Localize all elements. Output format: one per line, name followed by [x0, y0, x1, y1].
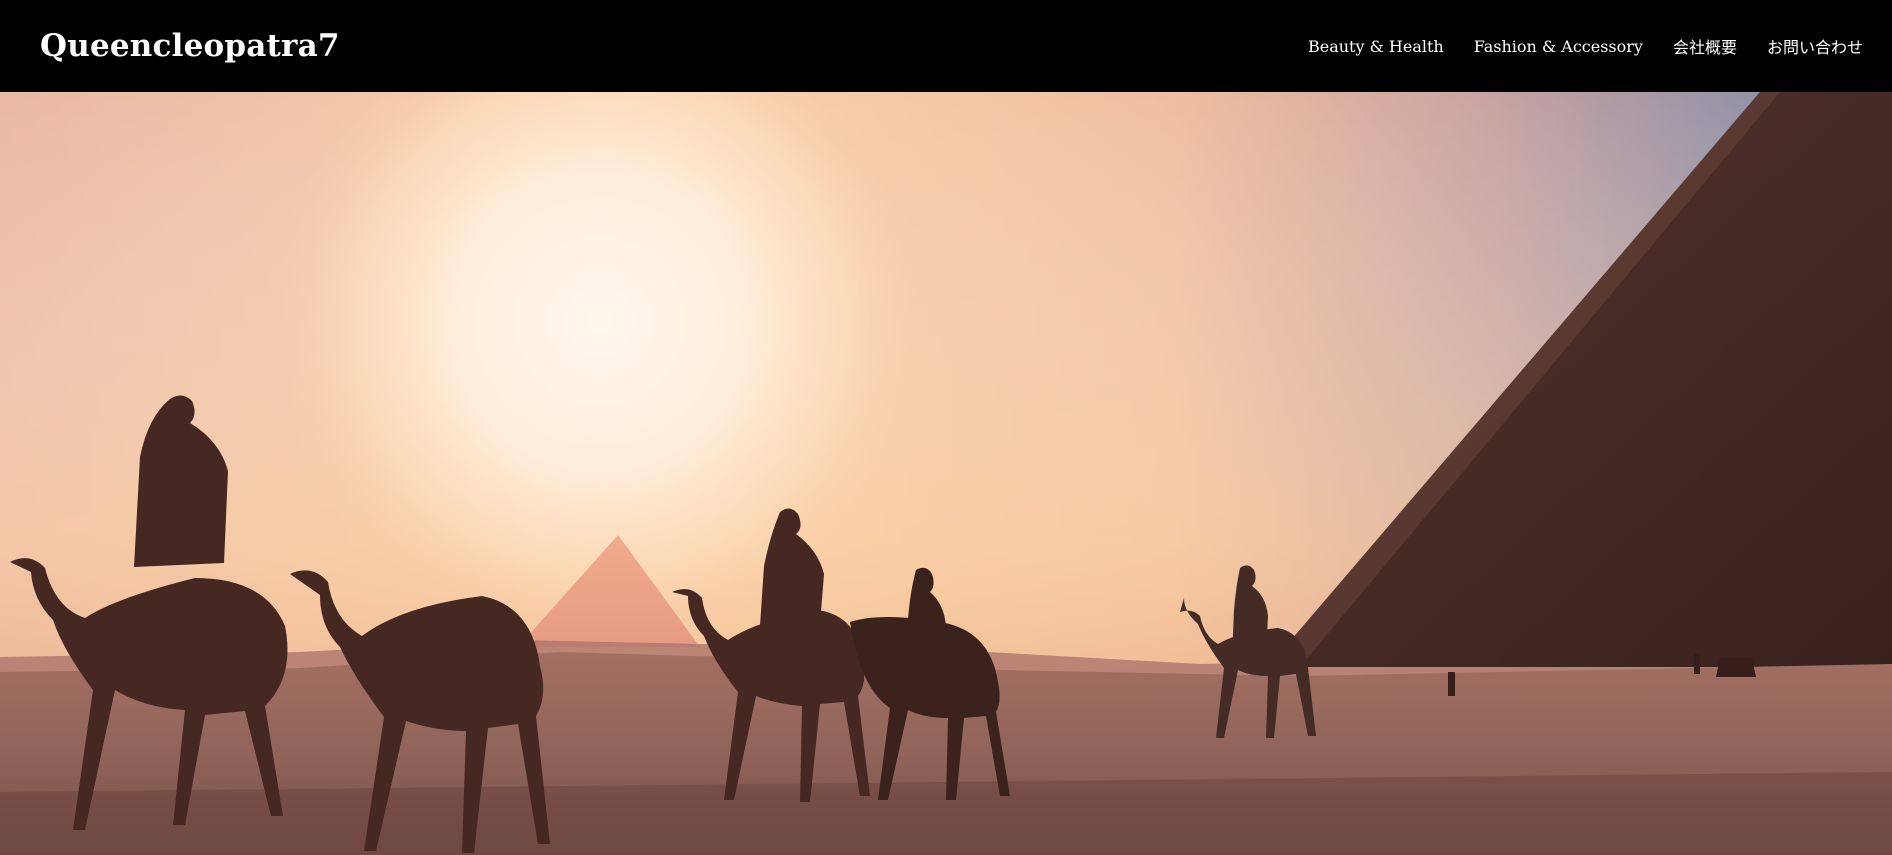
nav-item-company-profile[interactable]: 会社概要: [1673, 34, 1737, 58]
nav-item-beauty-health[interactable]: Beauty & Health: [1308, 37, 1444, 56]
nav-item-fashion-accessory[interactable]: Fashion & Accessory: [1474, 37, 1643, 56]
main-nav: Beauty & Health Fashion & Accessory 会社概要…: [1308, 34, 1863, 58]
hero-banner: [0, 92, 1892, 855]
nav-item-contact[interactable]: お問い合わせ: [1767, 34, 1863, 58]
site-header: Queencleopatra7 Beauty & Health Fashion …: [0, 0, 1892, 92]
hero-image: [0, 92, 1892, 855]
site-title-link[interactable]: Queencleopatra7: [40, 28, 340, 64]
